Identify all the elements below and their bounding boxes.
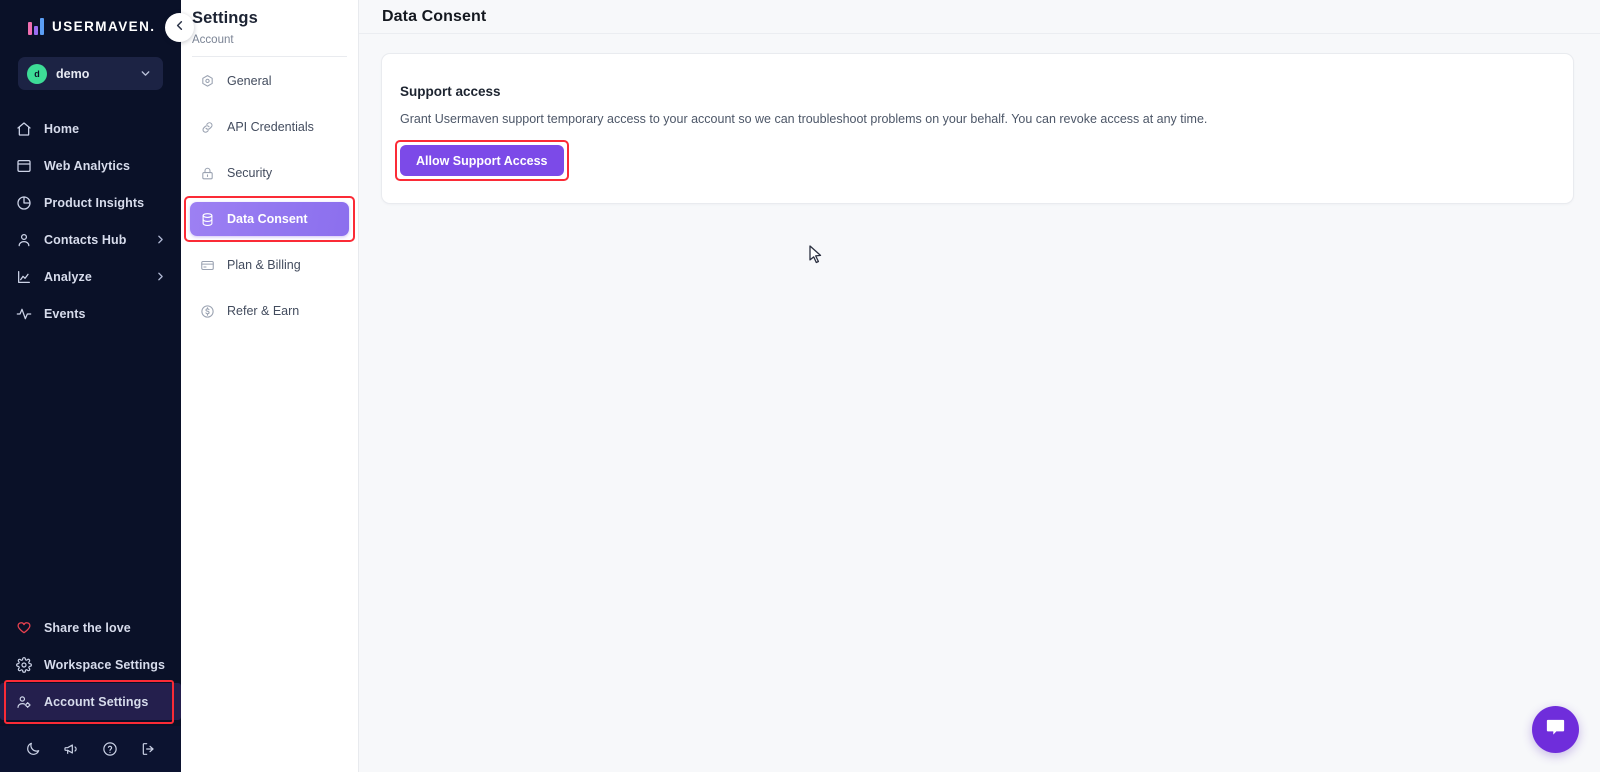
settings-item-label: Security (227, 166, 272, 180)
dollar-circle-icon (200, 304, 215, 319)
support-access-card: Support access Grant Usermaven support t… (381, 53, 1574, 204)
settings-item-api-credentials[interactable]: API Credentials (190, 110, 349, 144)
activity-pulse-icon (16, 306, 32, 322)
settings-item-refer-and-earn[interactable]: Refer & Earn (190, 294, 349, 328)
main-body: Support access Grant Usermaven support t… (359, 34, 1600, 204)
sidebar-item-label: Product Insights (44, 196, 167, 210)
sidebar-item-share-the-love[interactable]: Share the love (0, 609, 181, 646)
sidebar-item-label: Share the love (44, 621, 167, 635)
help-circle-icon[interactable] (99, 738, 121, 760)
workspace-switcher[interactable]: d demo (18, 57, 163, 90)
chart-area-icon (16, 269, 32, 285)
settings-item-label: Refer & Earn (227, 304, 299, 318)
settings-item-data-consent[interactable]: Data Consent (190, 202, 349, 236)
settings-item-label: Plan & Billing (227, 258, 301, 272)
heart-icon (16, 620, 32, 636)
workspace-avatar: d (27, 64, 47, 84)
sidebar-item-label: Home (44, 122, 167, 136)
allow-support-access-button[interactable]: Allow Support Access (400, 145, 564, 176)
logout-icon[interactable] (137, 738, 159, 760)
sidebar-item-analyze[interactable]: Analyze (0, 258, 181, 295)
sidebar-item-label: Analyze (44, 270, 142, 284)
hexagon-gear-icon (200, 74, 215, 89)
sidebar-bottom-nav: Share the love Workspace Settings Accoun… (0, 609, 181, 726)
database-icon (200, 212, 215, 227)
card-heading: Support access (400, 84, 1551, 99)
window-icon (16, 158, 32, 174)
page-title: Data Consent (382, 8, 486, 26)
main-header: Data Consent (359, 0, 1600, 34)
sidebar-item-label: Web Analytics (44, 159, 167, 173)
sidebar-item-account-settings[interactable]: Account Settings (0, 683, 181, 720)
card-description: Grant Usermaven support temporary access… (400, 110, 1551, 128)
lock-icon (200, 166, 215, 181)
sidebar-item-label: Workspace Settings (44, 658, 167, 672)
sidebar-item-workspace-settings[interactable]: Workspace Settings (0, 646, 181, 683)
sidebar-item-events[interactable]: Events (0, 295, 181, 332)
settings-item-label: API Credentials (227, 120, 314, 134)
primary-sidebar: USERMAVEN. d demo Home Web Analytics (0, 0, 181, 772)
sidebar-item-label: Events (44, 307, 167, 321)
sidebar-item-contacts-hub[interactable]: Contacts Hub (0, 221, 181, 258)
settings-nav: General API Credentials Security (181, 57, 358, 328)
brand-name: USERMAVEN. (52, 19, 156, 34)
user-gear-icon (16, 694, 32, 710)
settings-panel-title: Settings (181, 9, 358, 28)
brand-logo[interactable]: USERMAVEN. (0, 4, 181, 48)
sidebar-item-home[interactable]: Home (0, 110, 181, 147)
settings-item-security[interactable]: Security (190, 156, 349, 190)
megaphone-icon[interactable] (60, 738, 82, 760)
sidebar-footer-icons (0, 726, 181, 772)
settings-sidebar: Settings Account General API Credentials (181, 0, 359, 772)
credit-card-icon (200, 258, 215, 273)
chevron-right-icon (154, 233, 167, 246)
chevron-left-icon (172, 18, 187, 38)
chevron-down-icon (139, 67, 152, 80)
chevron-right-icon (154, 270, 167, 283)
moon-icon[interactable] (22, 738, 44, 760)
settings-panel-subtitle: Account (181, 28, 358, 46)
chat-launcher-button[interactable] (1532, 706, 1579, 753)
sidebar-item-product-insights[interactable]: Product Insights (0, 184, 181, 221)
app-root: USERMAVEN. d demo Home Web Analytics (0, 0, 1600, 772)
settings-item-general[interactable]: General (190, 64, 349, 98)
usermaven-bars-logo (28, 18, 44, 35)
workspace-name: demo (56, 67, 130, 81)
home-icon (16, 121, 32, 137)
settings-item-plan-and-billing[interactable]: Plan & Billing (190, 248, 349, 282)
sidebar-item-label: Account Settings (44, 695, 167, 709)
link-chain-icon (200, 120, 215, 135)
primary-nav: Home Web Analytics Product Insights Cont… (0, 110, 181, 332)
collapse-sidebar-button[interactable] (165, 13, 194, 42)
allow-support-access-wrapper: Allow Support Access (400, 145, 564, 176)
sidebar-item-label: Contacts Hub (44, 233, 142, 247)
pie-chart-icon (16, 195, 32, 211)
settings-item-label: General (227, 74, 271, 88)
sidebar-item-web-analytics[interactable]: Web Analytics (0, 147, 181, 184)
user-icon (16, 232, 32, 248)
main-content: Data Consent Support access Grant Userma… (359, 0, 1600, 772)
gear-icon (16, 657, 32, 673)
mouse-cursor (809, 245, 823, 265)
settings-item-label: Data Consent (227, 212, 308, 226)
chat-bubble-icon (1544, 716, 1567, 744)
